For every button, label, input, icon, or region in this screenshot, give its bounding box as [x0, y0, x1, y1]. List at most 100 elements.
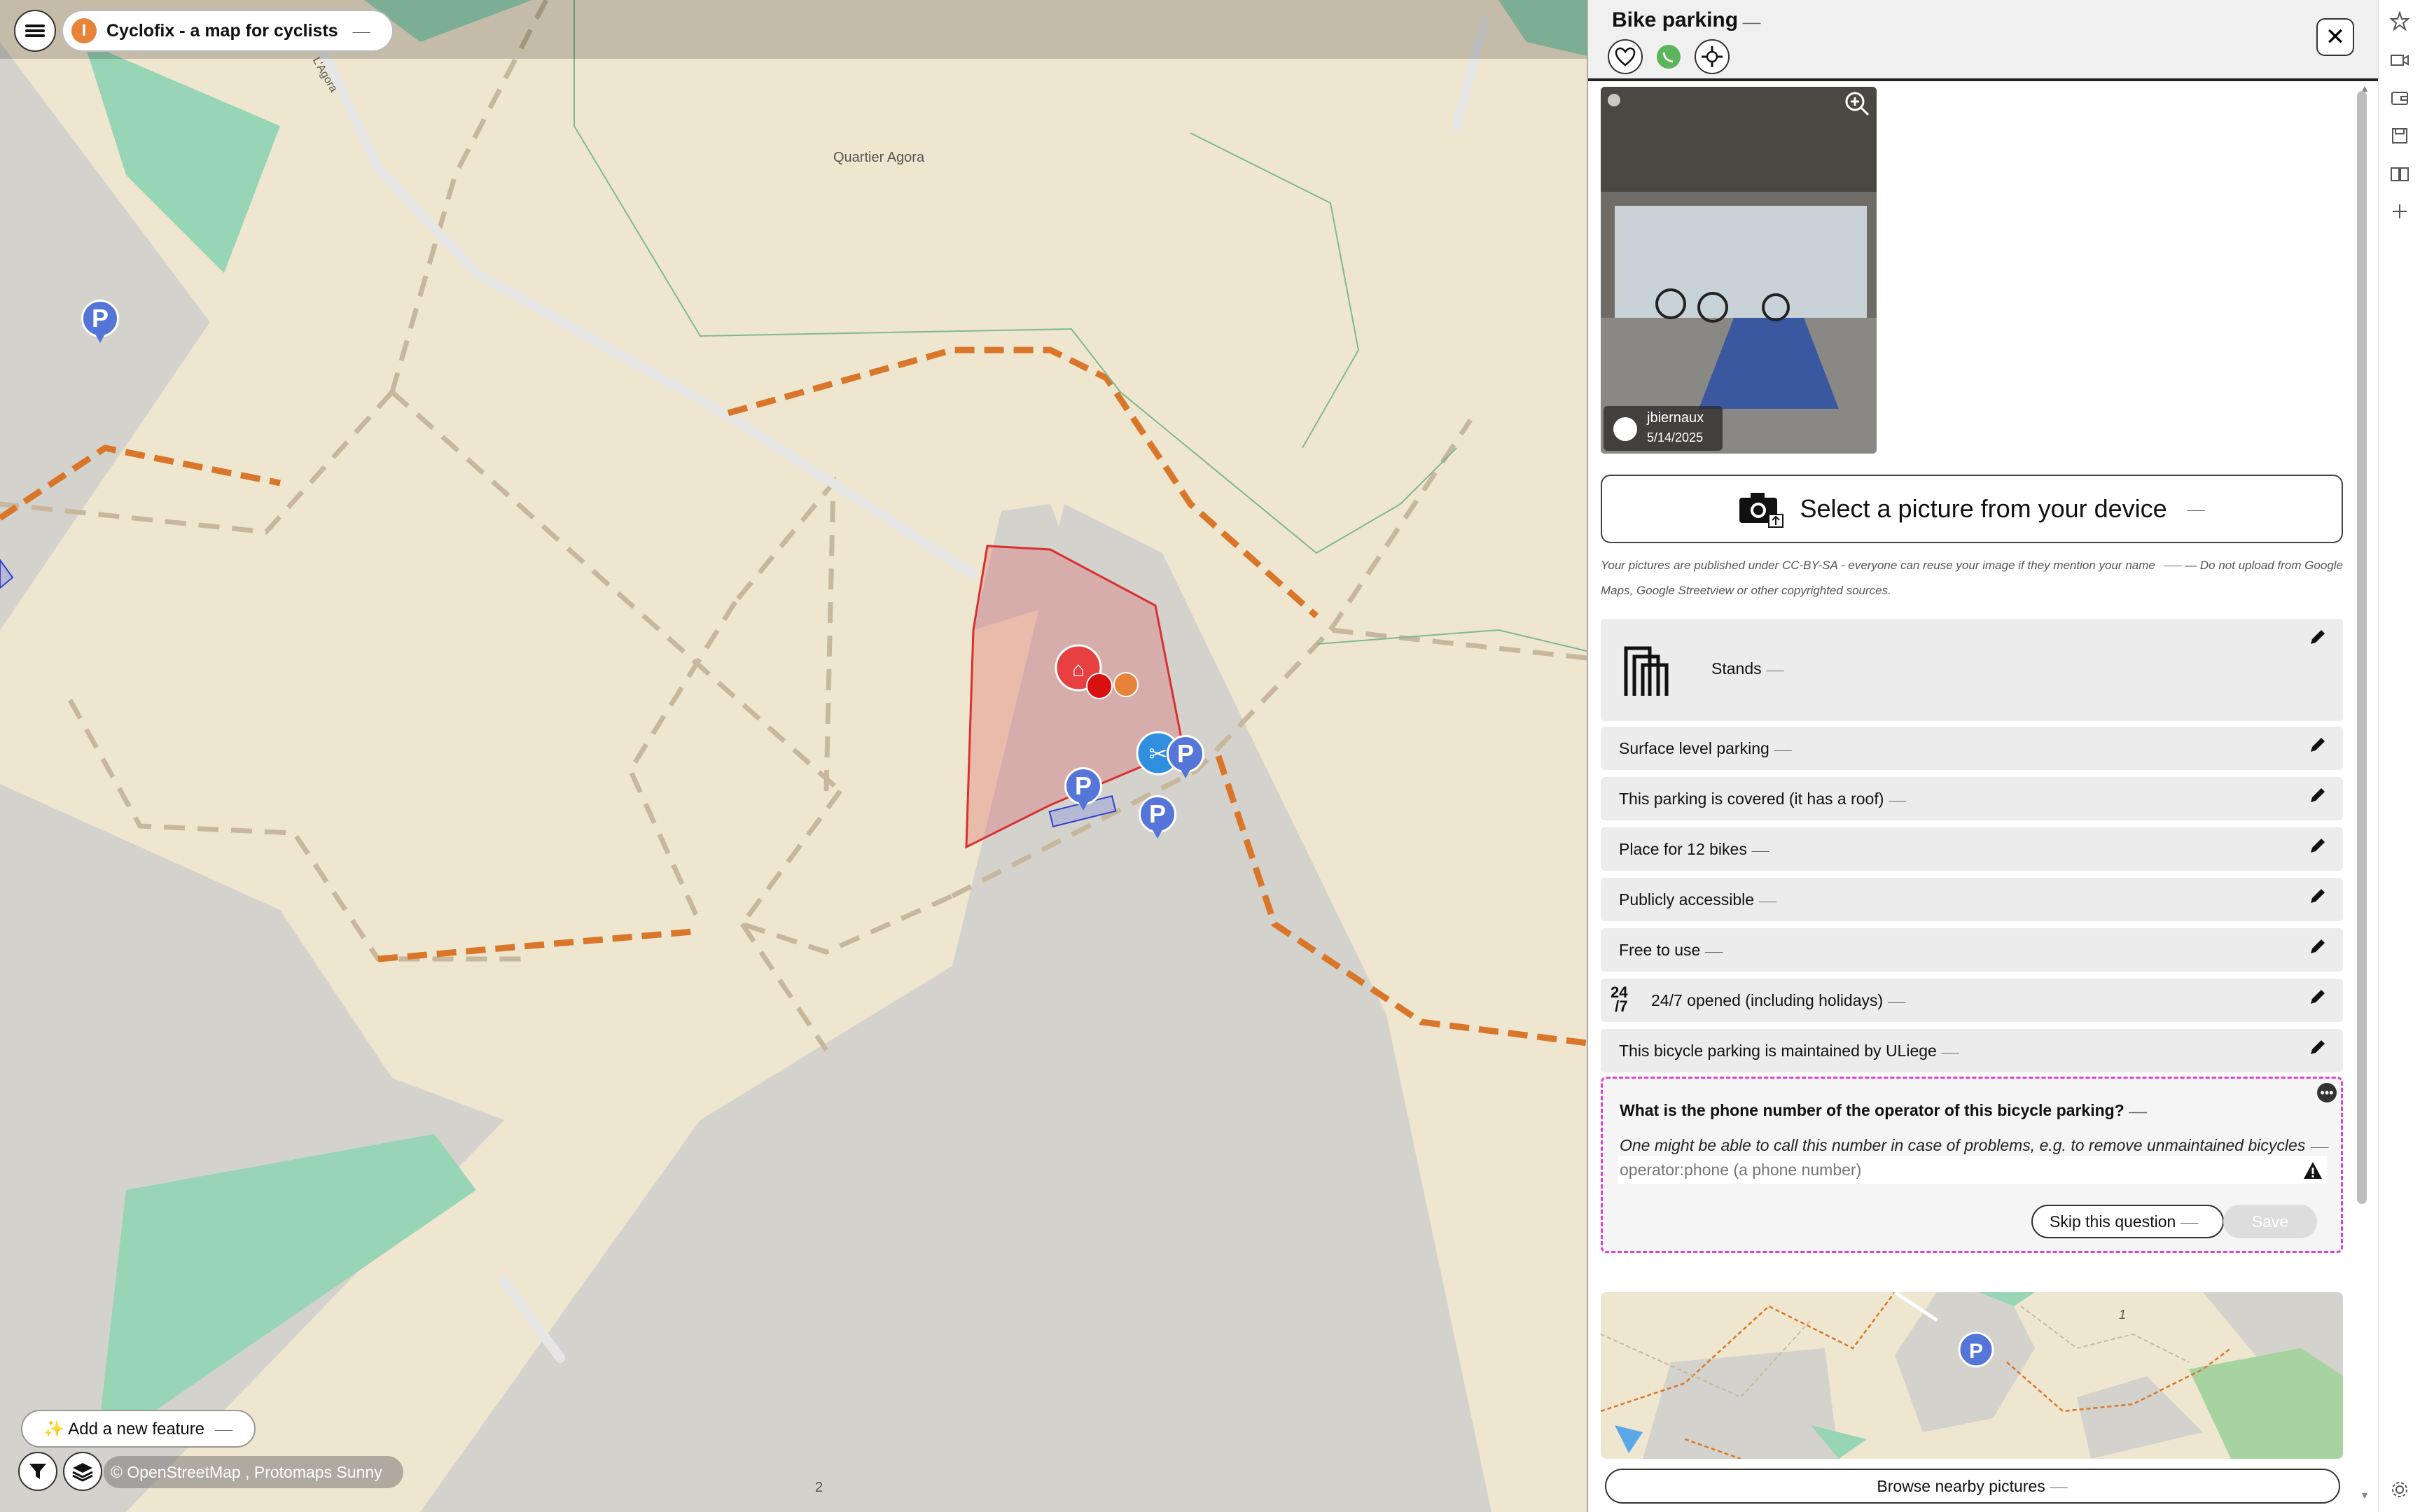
svg-text:P: P: [1969, 1340, 1983, 1363]
cyclofix-logo-icon: I: [71, 18, 97, 43]
photo-image: [1601, 87, 1877, 454]
translate-icon[interactable]: ⸺: [214, 1420, 233, 1437]
building-area: [420, 504, 1491, 1512]
skip-question-button[interactable]: Skip this question ⸺: [2031, 1205, 2225, 1238]
map-number: 2: [815, 1480, 823, 1495]
feature-panel: Bike parking ⸺ ✕ ▲ ▼ jbiernaux 5/14/2025…: [1587, 0, 2379, 1512]
translate-icon[interactable]: ⸺: [352, 22, 371, 39]
translate-icon[interactable]: ⸺: [1758, 896, 1777, 908]
row-label: Stands ⸺: [1711, 659, 1785, 678]
translate-icon[interactable]: ⸺: [2129, 1107, 2148, 1119]
map-canvas[interactable]: ⌂ ✂ Quartier Agora L'Agora P P P P I Cyc…: [0, 0, 1587, 1512]
upload-picture-button[interactable]: Select a picture from your device ⸺: [1601, 475, 2343, 543]
plus-icon[interactable]: [2390, 202, 2409, 221]
stands-icon: [1624, 646, 1669, 696]
book-icon[interactable]: [2390, 164, 2409, 183]
panel-scrollbar[interactable]: [2357, 91, 2367, 1204]
heart-icon: [1615, 47, 1636, 66]
browser-side-rail: [2378, 0, 2420, 1512]
camera-icon: [1739, 493, 1784, 528]
tag-row-location: Surface level parking ⸺: [1601, 727, 2343, 770]
browse-nearby-pictures-button[interactable]: Browse nearby pictures ⸺: [1605, 1469, 2340, 1504]
translate-icon[interactable]: ⸺: [2163, 560, 2182, 572]
row-label: Surface level parking ⸺: [1619, 739, 1793, 757]
panel-header: Bike parking ⸺ ✕: [1588, 0, 2379, 81]
whatsapp-icon: [1657, 45, 1681, 69]
edit-pencil-icon[interactable]: [2308, 836, 2328, 855]
tag-row-access: Publicly accessible ⸺: [1601, 878, 2343, 921]
translate-icon[interactable]: ⸺: [1704, 946, 1723, 958]
edit-pencil-icon[interactable]: [2308, 886, 2328, 906]
translate-icon[interactable]: ⸺: [1887, 997, 1906, 1009]
svg-text:⌂: ⌂: [1072, 658, 1085, 681]
scroll-down-icon[interactable]: ▼: [2360, 1490, 2370, 1501]
tag-row-bicycle-parking-type: Stands ⸺: [1601, 619, 2343, 721]
photo-credit[interactable]: jbiernaux 5/14/2025: [1604, 406, 1723, 451]
mini-map[interactable]: P 1: [1601, 1292, 2343, 1459]
translate-icon[interactable]: ⸺: [2050, 1478, 2068, 1494]
translate-icon[interactable]: ⸺: [1742, 18, 1761, 29]
panel-title: Bike parking ⸺: [1612, 8, 1761, 31]
favourite-button[interactable]: [1608, 39, 1643, 74]
tag-row-operator: This bicycle parking is maintained by UL…: [1601, 1029, 2343, 1072]
star-icon[interactable]: [2390, 11, 2409, 31]
operator-phone-question: ••• What is the phone number of the oper…: [1601, 1077, 2343, 1253]
mini-map-number: 1: [2119, 1308, 2127, 1322]
save-button[interactable]: Save: [2223, 1205, 2317, 1238]
save-icon[interactable]: [2390, 126, 2409, 146]
mini-map-image: P: [1601, 1292, 2343, 1459]
settings-gear-icon[interactable]: [2390, 1480, 2409, 1499]
wallet-icon[interactable]: [2390, 88, 2409, 108]
video-icon[interactable]: [2390, 50, 2409, 70]
layers-icon: [72, 1463, 93, 1482]
translate-icon[interactable]: ⸺: [1766, 665, 1785, 677]
edit-pencil-icon[interactable]: [2308, 627, 2328, 647]
move-button[interactable]: [1695, 39, 1730, 74]
bike-parking-pin[interactable]: P: [1064, 767, 1102, 813]
license-text: Your pictures are published under CC-BY-…: [1601, 559, 2344, 597]
translate-icon[interactable]: ⸺: [1751, 846, 1770, 858]
map-attribution[interactable]: © OpenStreetMap , Protomaps Sunny: [104, 1456, 403, 1488]
zoom-in-icon[interactable]: [1843, 90, 1871, 118]
photo-author: jbiernaux: [1647, 410, 1704, 426]
row-label: Publicly accessible ⸺: [1619, 890, 1777, 909]
edit-pencil-icon[interactable]: [2308, 937, 2328, 956]
layers-button[interactable]: [63, 1452, 102, 1491]
translate-icon[interactable]: ⸺: [1774, 745, 1793, 757]
close-button[interactable]: ✕: [2316, 18, 2354, 56]
row-label: Place for 12 bikes ⸺: [1619, 840, 1770, 858]
menu-button[interactable]: [14, 10, 56, 52]
share-button[interactable]: [1651, 39, 1686, 74]
panoramax-icon: [1613, 417, 1637, 441]
question-title: What is the phone number of the operator…: [1620, 1101, 2148, 1119]
row-label: 24/7 opened (including holidays) ⸺: [1651, 991, 1907, 1009]
translate-icon[interactable]: ⸺: [2187, 500, 2206, 517]
filter-button[interactable]: [18, 1452, 57, 1491]
svg-text:✂: ✂: [1149, 741, 1168, 767]
theme-button[interactable]: I Cyclofix - a map for cyclists ⸺: [62, 10, 394, 52]
photo-date: 5/14/2025: [1647, 430, 1704, 444]
edit-pencil-icon[interactable]: [2308, 735, 2328, 755]
translate-icon[interactable]: ⸺: [1941, 1047, 1960, 1059]
translate-icon[interactable]: ⸺: [2180, 1213, 2199, 1230]
translate-icon[interactable]: ⸺: [2309, 1142, 2328, 1154]
phone-input[interactable]: [1618, 1156, 2327, 1184]
translate-icon[interactable]: ⸺: [1888, 795, 1907, 807]
bike-parking-pin[interactable]: P: [81, 300, 119, 346]
edit-pencil-icon[interactable]: [2308, 1037, 2328, 1057]
edit-pencil-icon[interactable]: [2308, 987, 2328, 1007]
more-options-icon[interactable]: •••: [2317, 1083, 2337, 1102]
map-label-quartier: Quartier Agora: [833, 150, 925, 165]
24-7-icon: 24 /7: [1611, 983, 1628, 1015]
bike-parking-pin[interactable]: P: [1167, 735, 1204, 781]
edit-pencil-icon[interactable]: [2308, 785, 2328, 805]
tag-row-capacity: Place for 12 bikes ⸺: [1601, 827, 2343, 871]
filter-icon: [29, 1464, 46, 1479]
add-feature-label: ✨ Add a new feature: [43, 1419, 205, 1438]
tag-row-fee: Free to use ⸺: [1601, 928, 2343, 972]
row-label: This bicycle parking is maintained by UL…: [1619, 1042, 1960, 1060]
feature-photo[interactable]: jbiernaux 5/14/2025: [1601, 87, 1877, 454]
bike-parking-pin[interactable]: P: [1139, 795, 1176, 841]
warning-icon: [2304, 1162, 2322, 1179]
add-feature-button[interactable]: ✨ Add a new feature ⸺: [21, 1410, 256, 1448]
